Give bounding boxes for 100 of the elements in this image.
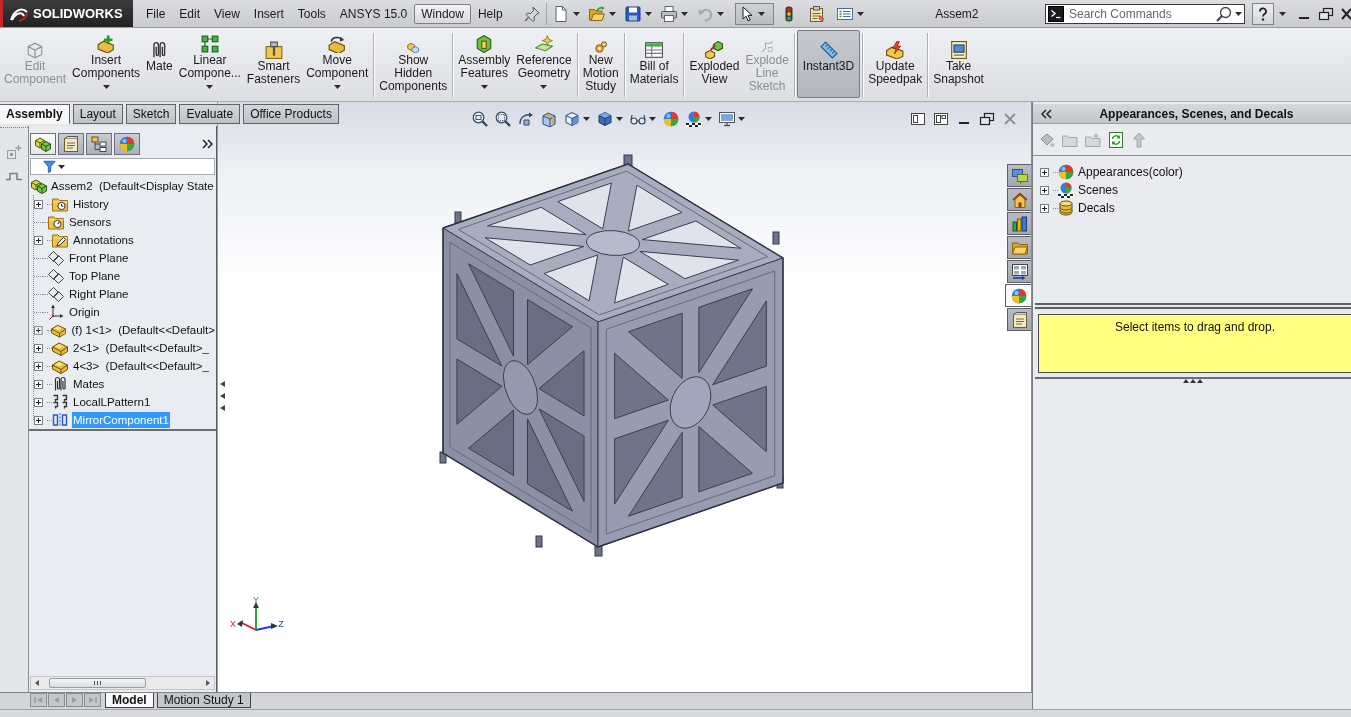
new-document-icon[interactable] bbox=[552, 5, 569, 22]
task-pane-tab[interactable] bbox=[1007, 260, 1031, 283]
expand-icon[interactable] bbox=[34, 343, 43, 353]
command-button[interactable]: Insert Components bbox=[69, 30, 144, 98]
scene-ball-icon[interactable] bbox=[686, 111, 702, 127]
tree-item[interactable]: Assem2 (Default<Display State bbox=[50, 178, 215, 194]
command-button[interactable]: Exploded View bbox=[686, 30, 743, 98]
caret-icon[interactable] bbox=[608, 11, 616, 16]
expand-icon[interactable] bbox=[34, 235, 43, 245]
tree-item[interactable]: Decals bbox=[1078, 201, 1115, 215]
command-tab[interactable]: Layout bbox=[72, 104, 123, 124]
expand-icon[interactable] bbox=[34, 361, 43, 371]
command-button[interactable]: Instant3D bbox=[796, 30, 861, 98]
caret-icon[interactable] bbox=[716, 11, 724, 16]
tree-item[interactable]: 4<3> (Default<<Default>_ bbox=[72, 358, 210, 374]
horizontal-scrollbar[interactable] bbox=[30, 676, 215, 690]
tree-item[interactable]: LocalLPattern1 bbox=[72, 394, 152, 410]
command-button[interactable]: New Motion Study bbox=[579, 30, 622, 98]
panel-tab[interactable] bbox=[86, 133, 112, 155]
pushpin-icon[interactable] bbox=[523, 5, 540, 22]
diamond-icon[interactable] bbox=[1039, 131, 1055, 148]
expand-icon[interactable] bbox=[34, 325, 43, 335]
menu-item[interactable]: Help bbox=[470, 3, 510, 24]
command-tab[interactable]: Office Products bbox=[243, 104, 339, 124]
caret-icon[interactable] bbox=[738, 117, 745, 121]
tree-item[interactable]: Mates bbox=[72, 376, 106, 392]
list-document-icon[interactable] bbox=[836, 5, 853, 22]
caret-icon[interactable] bbox=[649, 117, 656, 121]
caret-icon[interactable] bbox=[705, 117, 712, 121]
caret-icon[interactable] bbox=[757, 11, 765, 16]
command-tab[interactable]: Assembly bbox=[0, 104, 70, 124]
menu-item[interactable]: Edit bbox=[172, 3, 208, 24]
menu-item[interactable]: Tools bbox=[290, 3, 333, 24]
expand-icon[interactable] bbox=[1040, 167, 1049, 177]
caret-icon[interactable] bbox=[616, 117, 623, 121]
menu-item[interactable]: Insert bbox=[246, 3, 291, 24]
caret-icon[interactable] bbox=[58, 164, 65, 169]
double-chevron-icon[interactable] bbox=[1041, 107, 1052, 120]
tree-item[interactable]: History bbox=[72, 196, 110, 212]
caret-icon[interactable] bbox=[680, 11, 688, 16]
command-button[interactable]: Reference Geometry bbox=[513, 30, 575, 98]
tree-item[interactable]: Scenes bbox=[1078, 183, 1119, 197]
shaded-cube-icon[interactable] bbox=[597, 111, 613, 127]
command-button[interactable]: Linear Compone... bbox=[175, 30, 244, 98]
task-pane-tab[interactable] bbox=[1005, 284, 1031, 307]
tree-item[interactable]: 2<1> (Default<<Default>_ bbox=[72, 340, 210, 356]
monitor-icon[interactable] bbox=[719, 111, 735, 127]
caret-icon[interactable] bbox=[1279, 11, 1286, 16]
command-button[interactable]: Mate bbox=[143, 30, 176, 98]
caret-icon[interactable] bbox=[572, 11, 580, 16]
task-pane-tab[interactable] bbox=[1007, 188, 1031, 211]
caret-icon[interactable] bbox=[206, 85, 214, 89]
expand-icon[interactable] bbox=[1040, 203, 1049, 213]
task-pane-tab[interactable] bbox=[1007, 164, 1031, 187]
magnifier-icon[interactable] bbox=[472, 111, 488, 127]
menu-item[interactable]: View bbox=[207, 3, 247, 24]
command-button[interactable]: Smart Fasteners bbox=[243, 30, 304, 98]
task-pane-tab[interactable] bbox=[1007, 308, 1031, 331]
refresh-icon[interactable] bbox=[1108, 131, 1124, 148]
tree-item[interactable]: Right Plane bbox=[68, 286, 130, 302]
double-chevron-icon[interactable] bbox=[201, 138, 213, 150]
magnifier-icon[interactable] bbox=[495, 111, 511, 127]
search-icon[interactable] bbox=[1216, 5, 1232, 22]
command-button[interactable]: Move Component bbox=[303, 30, 372, 98]
restore-icon[interactable] bbox=[1318, 5, 1334, 22]
command-tab[interactable]: Sketch bbox=[125, 104, 177, 124]
panel-tab[interactable] bbox=[58, 133, 84, 155]
tile-icon[interactable] bbox=[910, 111, 926, 127]
caret-icon[interactable] bbox=[644, 11, 652, 16]
caret-icon[interactable] bbox=[480, 85, 488, 89]
tree-item[interactable]: Sensors bbox=[68, 214, 113, 230]
printer-icon[interactable] bbox=[660, 5, 677, 22]
bottom-tab[interactable]: Model bbox=[105, 693, 154, 708]
task-pane-tab[interactable] bbox=[1007, 212, 1031, 235]
panel-tab[interactable] bbox=[30, 133, 56, 155]
bottom-tab[interactable]: Motion Study 1 bbox=[156, 693, 251, 708]
section-cube-icon[interactable] bbox=[541, 111, 557, 127]
caret-icon[interactable] bbox=[583, 117, 590, 121]
curved-arrows-icon[interactable] bbox=[518, 111, 534, 127]
caret-icon[interactable] bbox=[1235, 11, 1242, 16]
cube-icon[interactable] bbox=[564, 111, 580, 127]
command-button[interactable]: Update Speedpak bbox=[865, 30, 926, 98]
tree-item[interactable]: Top Plane bbox=[68, 268, 122, 284]
select-button[interactable] bbox=[734, 2, 774, 25]
menu-item[interactable]: File bbox=[139, 3, 173, 24]
tile-icon[interactable] bbox=[933, 111, 949, 127]
tree-item[interactable]: Origin bbox=[68, 304, 101, 320]
command-button[interactable]: Bill of Materials bbox=[626, 30, 682, 98]
command-tab[interactable]: Evaluate bbox=[179, 104, 241, 124]
expand-icon[interactable] bbox=[1040, 185, 1049, 195]
expand-icon[interactable] bbox=[34, 397, 43, 407]
expand-icon[interactable] bbox=[34, 379, 43, 389]
tree-item[interactable]: Front Plane bbox=[68, 250, 130, 266]
command-button[interactable]: Take Snapshot bbox=[930, 30, 987, 98]
caret-icon[interactable] bbox=[540, 85, 548, 89]
caret-icon[interactable] bbox=[856, 11, 864, 16]
color-ball-icon[interactable] bbox=[663, 111, 679, 127]
grip-icon[interactable] bbox=[1183, 379, 1203, 383]
help-button[interactable] bbox=[1252, 2, 1274, 25]
menu-item[interactable]: ANSYS 15.0 bbox=[332, 3, 415, 24]
